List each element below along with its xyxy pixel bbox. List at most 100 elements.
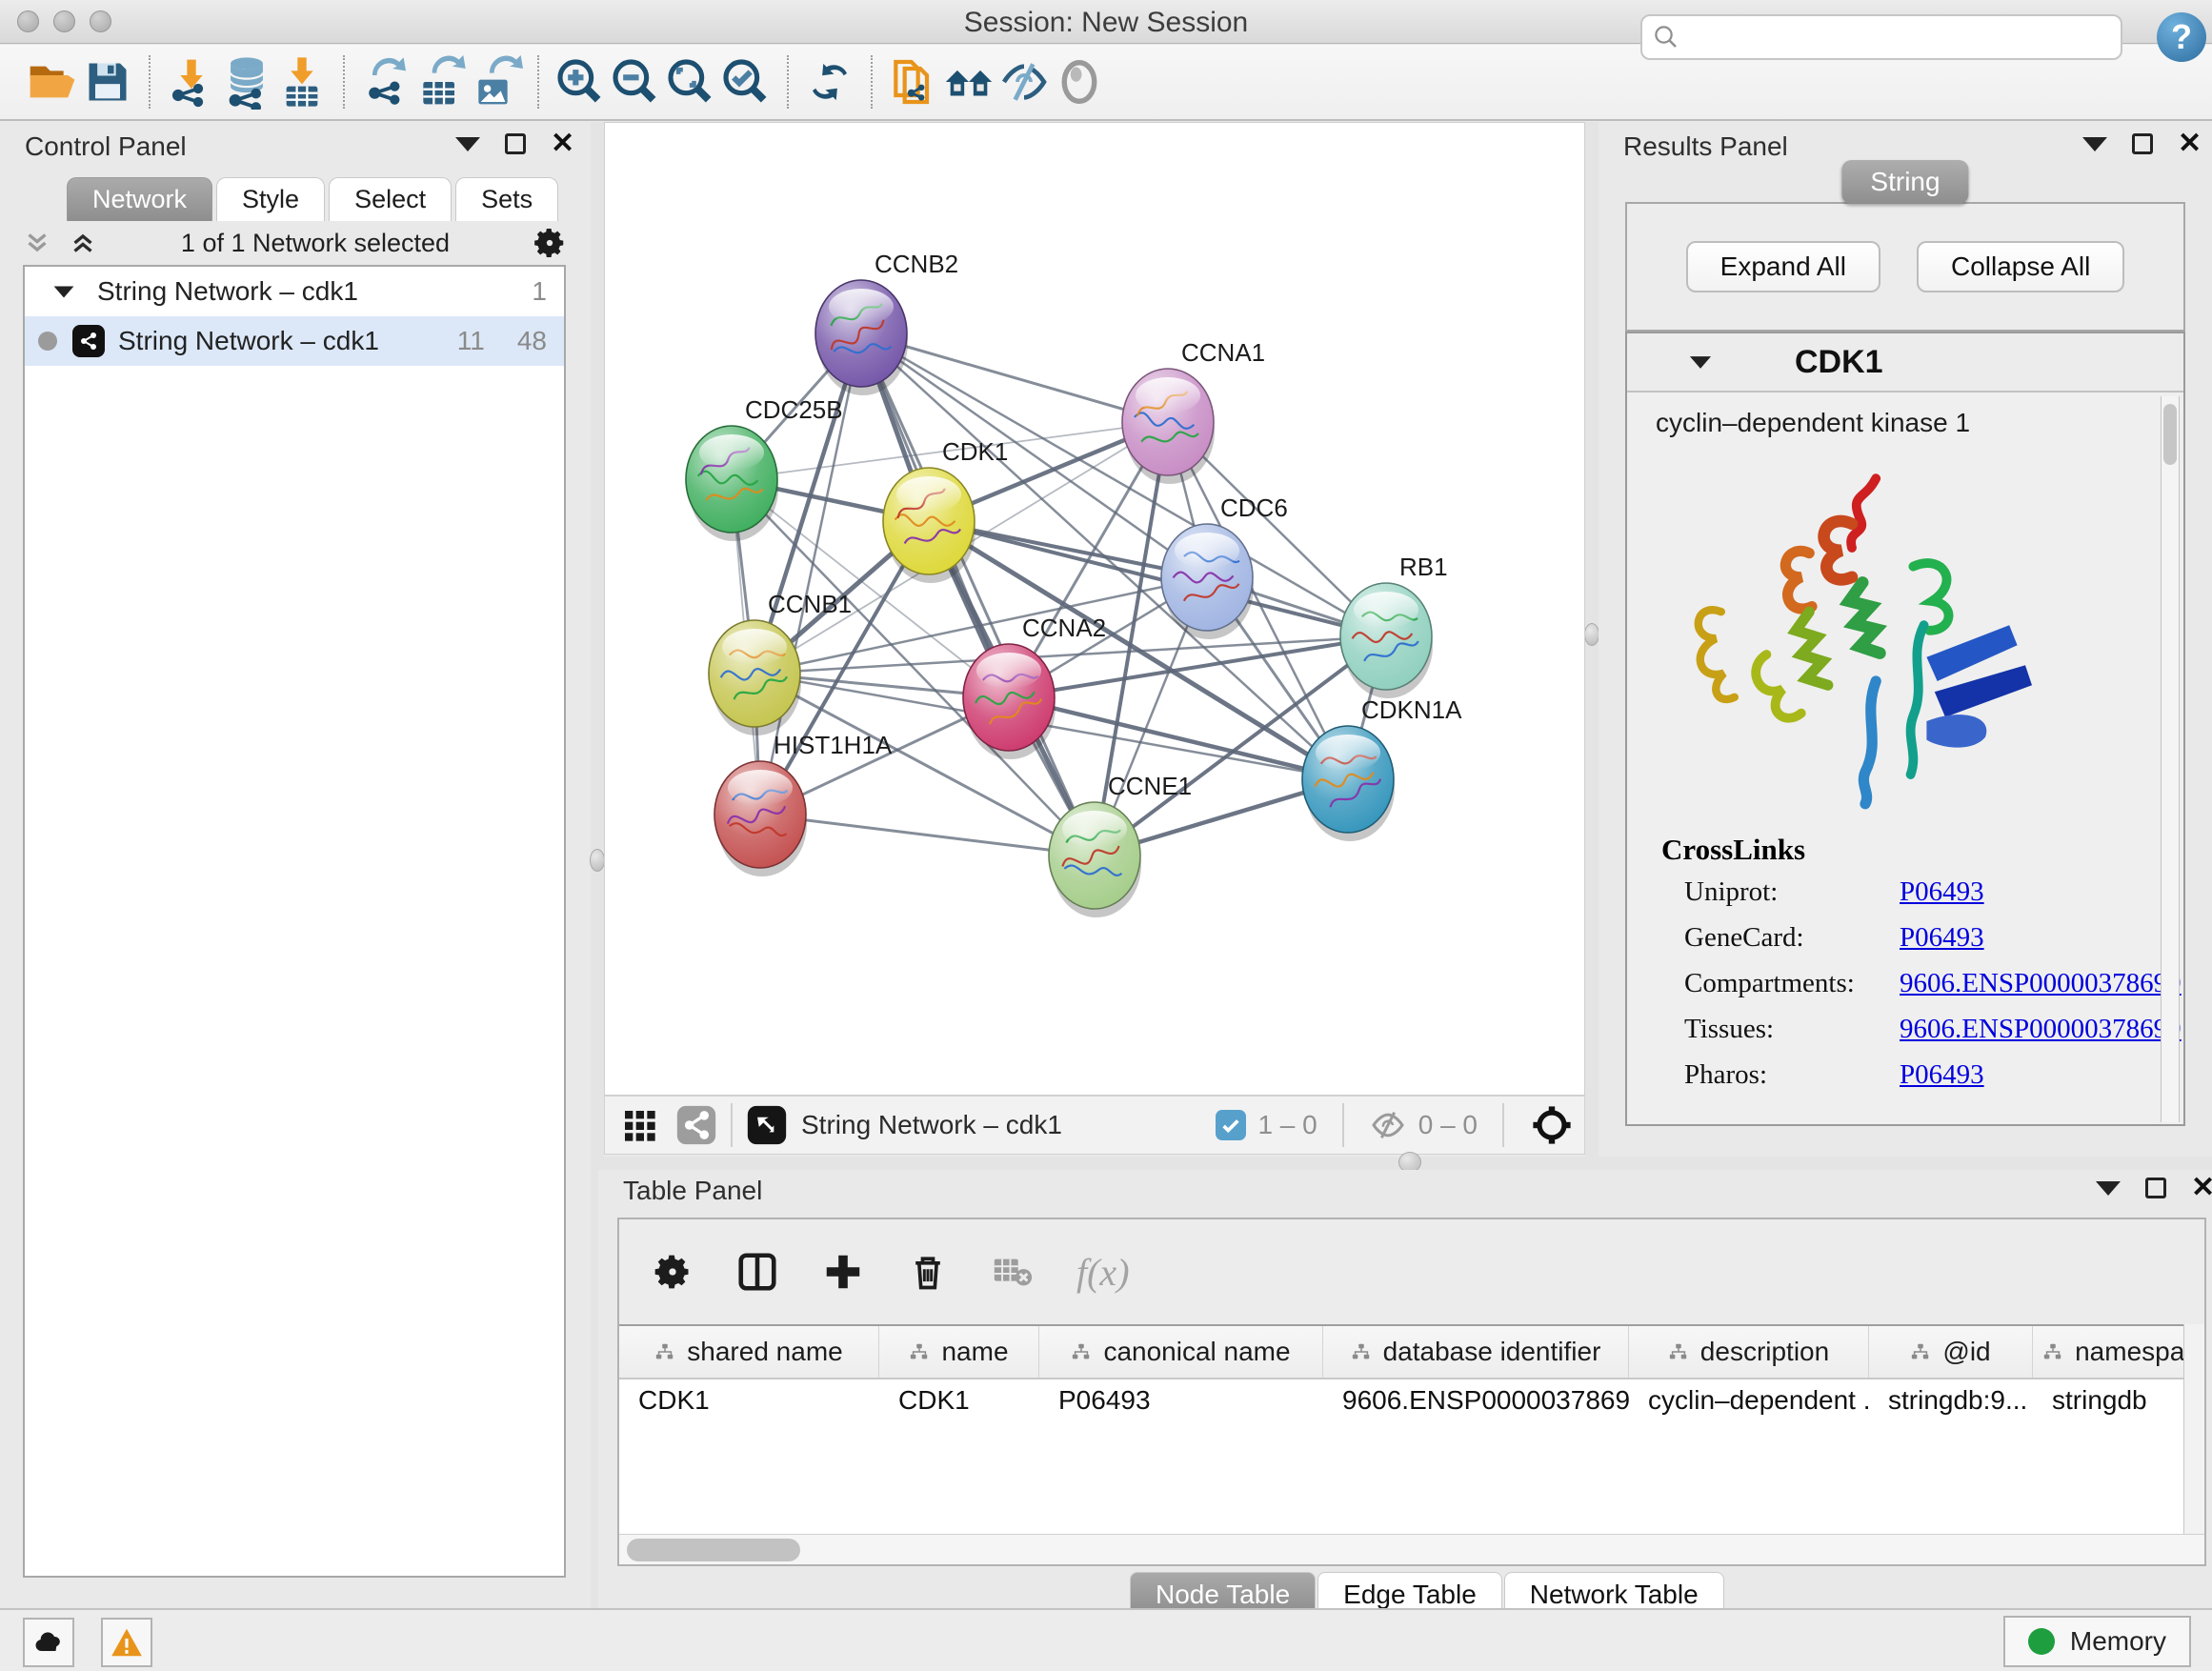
show-columns-icon[interactable] bbox=[735, 1250, 779, 1294]
expand-all-button[interactable]: Expand All bbox=[1686, 241, 1880, 292]
table-cell[interactable]: CDK1 bbox=[879, 1379, 1039, 1421]
maximize-panel-icon[interactable] bbox=[2132, 133, 2153, 154]
table-cell[interactable]: stringdb:9... bbox=[1869, 1379, 2033, 1421]
column-header-@id[interactable]: @id bbox=[1869, 1326, 2033, 1378]
network-node-ccna1[interactable]: CCNA1 bbox=[1122, 338, 1265, 484]
crosslink-row: Pharos: P06493 bbox=[1661, 1059, 2183, 1091]
table-cell[interactable]: stringdb bbox=[2033, 1379, 2186, 1421]
close-panel-icon[interactable]: ✕ bbox=[2178, 133, 2202, 154]
column-header-canonical-name[interactable]: canonical name bbox=[1039, 1326, 1323, 1378]
refresh-icon[interactable] bbox=[802, 54, 857, 110]
results-scrollbar-thumb[interactable] bbox=[2163, 404, 2177, 465]
cloud-status-button[interactable] bbox=[23, 1618, 74, 1667]
left-splitter-handle[interactable] bbox=[590, 849, 605, 872]
table-row[interactable]: CDK1CDK1P064939606.ENSP00000378699cyclin… bbox=[619, 1379, 2186, 1421]
column-header-shared-name[interactable]: shared name bbox=[619, 1326, 879, 1378]
create-column-plus-icon[interactable] bbox=[821, 1250, 865, 1294]
show-hidden-icon[interactable] bbox=[1052, 54, 1107, 110]
table-cell[interactable]: P06493 bbox=[1039, 1379, 1323, 1421]
column-header-database-identifier[interactable]: database identifier bbox=[1323, 1326, 1629, 1378]
edge-count: 48 bbox=[517, 326, 547, 356]
search-box[interactable] bbox=[1640, 14, 2122, 60]
import-table-file-icon[interactable] bbox=[274, 54, 330, 110]
string-view-icon[interactable] bbox=[675, 1104, 717, 1146]
zoom-fit-icon[interactable] bbox=[663, 54, 718, 110]
crosslink-row: Compartments: 9606.ENSP00000378699 bbox=[1661, 968, 2183, 999]
import-network-file-icon[interactable] bbox=[164, 54, 219, 110]
close-panel-icon[interactable]: ✕ bbox=[551, 133, 574, 154]
right-splitter[interactable] bbox=[1585, 122, 1599, 1157]
table-horizontal-scrollbar[interactable] bbox=[619, 1534, 2204, 1564]
zoom-in-icon[interactable] bbox=[553, 54, 608, 110]
network-node-ccne1[interactable]: CCNE1 bbox=[1049, 772, 1192, 917]
maximize-panel-icon[interactable] bbox=[505, 133, 526, 154]
search-input[interactable] bbox=[1680, 23, 2090, 52]
network-node-ccnb2[interactable]: CCNB2 bbox=[815, 250, 958, 395]
bottom-splitter[interactable] bbox=[598, 1157, 2212, 1170]
network-node-rb1[interactable]: RB1 bbox=[1340, 553, 1448, 698]
expand-all-icon[interactable] bbox=[67, 227, 99, 259]
warning-status-button[interactable] bbox=[101, 1618, 152, 1667]
float-panel-icon[interactable] bbox=[2096, 1181, 2121, 1196]
fit-selected-crosshair-icon[interactable] bbox=[1529, 1102, 1575, 1148]
hide-selected-icon[interactable] bbox=[996, 54, 1052, 110]
open-session-icon[interactable] bbox=[25, 54, 80, 110]
tab-network[interactable]: Network bbox=[67, 177, 212, 221]
right-splitter-handle[interactable] bbox=[1584, 623, 1599, 646]
export-table-icon[interactable] bbox=[413, 54, 469, 110]
maximize-panel-icon[interactable] bbox=[2145, 1178, 2166, 1198]
tab-sets[interactable]: Sets bbox=[455, 177, 558, 221]
zoom-out-icon[interactable] bbox=[608, 54, 663, 110]
collapse-card-icon[interactable] bbox=[1690, 356, 1711, 369]
crosslink-label: GeneCard: bbox=[1661, 922, 1900, 954]
selected-checkbox-icon[interactable] bbox=[1216, 1110, 1246, 1140]
tab-select[interactable]: Select bbox=[329, 177, 452, 221]
close-panel-icon[interactable]: ✕ bbox=[2191, 1178, 2212, 1198]
clone-network-icon[interactable] bbox=[886, 54, 941, 110]
protein-card-header[interactable]: CDK1 bbox=[1627, 333, 2183, 393]
column-header-name[interactable]: name bbox=[879, 1326, 1039, 1378]
float-panel-icon[interactable] bbox=[2082, 137, 2107, 151]
network-node-hist1h1a[interactable]: HIST1H1A bbox=[714, 731, 893, 876]
network-row-selected[interactable]: String Network – cdk1 11 48 bbox=[25, 316, 564, 366]
zoom-selected-icon[interactable] bbox=[718, 54, 774, 110]
birdseye-view-icon[interactable] bbox=[746, 1104, 788, 1146]
column-header-description[interactable]: description bbox=[1629, 1326, 1869, 1378]
tab-string[interactable]: String bbox=[1841, 160, 1968, 204]
node-table[interactable]: shared namenamecanonical namedatabase id… bbox=[619, 1324, 2186, 1536]
crosslink-link[interactable]: 9606.ENSP00000378699 bbox=[1900, 1014, 2182, 1045]
table-scrollbar-thumb[interactable] bbox=[627, 1539, 800, 1561]
memory-button[interactable]: Memory bbox=[2003, 1616, 2191, 1667]
network-collection-row[interactable]: String Network – cdk1 1 bbox=[25, 267, 564, 316]
export-image-icon[interactable] bbox=[469, 54, 524, 110]
results-scrollbar[interactable] bbox=[2161, 396, 2180, 1122]
crosslink-link[interactable]: P06493 bbox=[1900, 876, 1984, 908]
show-all-views-icon[interactable] bbox=[941, 54, 996, 110]
table-cell[interactable]: cyclin–dependent ... bbox=[1629, 1379, 1869, 1421]
tab-style[interactable]: Style bbox=[216, 177, 325, 221]
collapse-all-button[interactable]: Collapse All bbox=[1917, 241, 2124, 292]
table-vertical-scrollbar[interactable] bbox=[2183, 1324, 2204, 1536]
help-icon[interactable]: ? bbox=[2157, 12, 2206, 62]
protein-name: CDK1 bbox=[1795, 344, 1883, 381]
column-header-namespace[interactable]: namespace bbox=[2033, 1326, 2186, 1378]
crosslink-link[interactable]: P06493 bbox=[1900, 1059, 1984, 1091]
float-panel-icon[interactable] bbox=[455, 137, 480, 151]
delete-column-trash-icon[interactable] bbox=[907, 1251, 949, 1293]
table-options-gear-icon[interactable] bbox=[652, 1251, 694, 1293]
table-cell[interactable]: CDK1 bbox=[619, 1379, 879, 1421]
network-graph[interactable]: CCNB2CCNA1CDC25BCDK1CDC6RB1CCNB1CCNA2CDK… bbox=[605, 123, 1585, 1096]
network-node-cdkn1a[interactable]: CDKN1A bbox=[1302, 695, 1462, 841]
grid-view-icon[interactable] bbox=[620, 1106, 658, 1144]
export-network-icon[interactable] bbox=[358, 54, 413, 110]
import-network-database-icon[interactable] bbox=[219, 54, 274, 110]
crosslink-link[interactable]: P06493 bbox=[1900, 922, 1984, 954]
save-session-icon[interactable] bbox=[80, 54, 135, 110]
network-canvas[interactable]: CCNB2CCNA1CDC25BCDK1CDC6RB1CCNB1CCNA2CDK… bbox=[604, 122, 1585, 1096]
collection-expander-icon[interactable] bbox=[54, 286, 74, 297]
collapse-all-icon[interactable] bbox=[21, 227, 53, 259]
network-node-cdc6[interactable]: CDC6 bbox=[1161, 493, 1288, 639]
table-cell[interactable]: 9606.ENSP00000378699 bbox=[1323, 1379, 1629, 1421]
network-options-gear-icon[interactable] bbox=[532, 225, 568, 261]
crosslink-link[interactable]: 9606.ENSP00000378699 bbox=[1900, 968, 2182, 999]
